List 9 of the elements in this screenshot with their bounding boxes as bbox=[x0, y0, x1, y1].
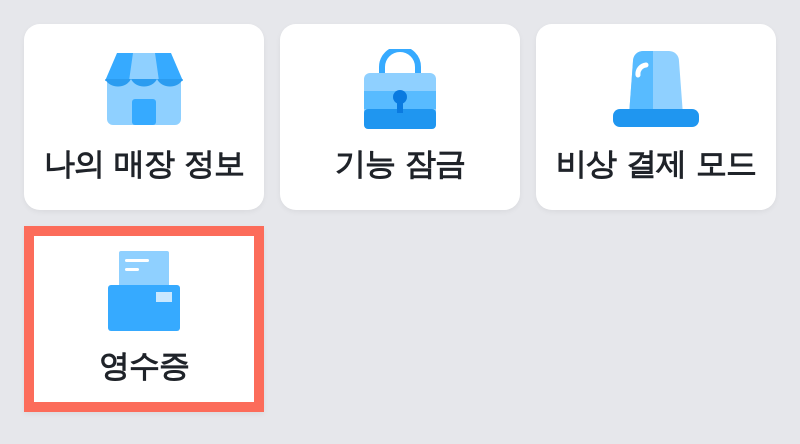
siren-light-icon bbox=[611, 49, 701, 129]
tile-label: 나의 매장 정보 bbox=[44, 145, 244, 184]
menu-tile[interactable]: 나의 매장 정보 bbox=[24, 24, 264, 210]
tile-label: 비상 결제 모드 bbox=[556, 145, 756, 184]
menu-tile[interactable]: 영수증 bbox=[24, 226, 264, 412]
menu-tile[interactable]: 비상 결제 모드 bbox=[536, 24, 776, 210]
tile-label: 영수증 bbox=[99, 347, 189, 386]
menu-tile[interactable]: 기능 잠금 bbox=[280, 24, 520, 210]
tile-label: 기능 잠금 bbox=[335, 145, 465, 184]
